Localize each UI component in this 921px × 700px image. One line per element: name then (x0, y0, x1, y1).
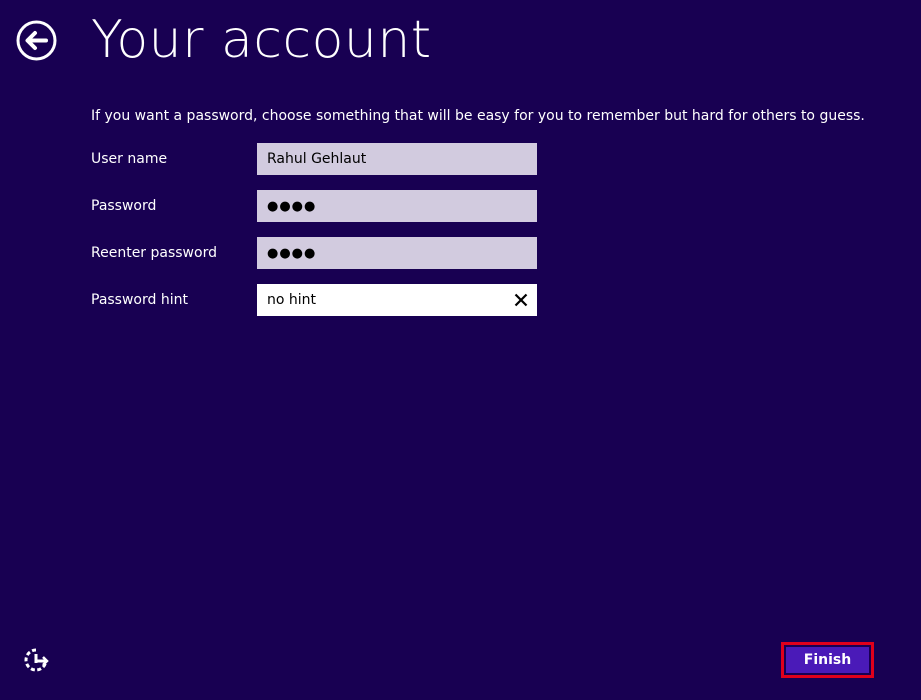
finish-button[interactable]: Finish (786, 647, 869, 673)
password-hint-label: Password hint (91, 292, 188, 308)
password-hint-field[interactable] (257, 284, 537, 316)
back-arrow-icon (16, 20, 57, 61)
close-icon (514, 293, 528, 307)
reenter-password-field[interactable] (257, 237, 537, 269)
clear-hint-button[interactable] (509, 288, 533, 312)
finish-button-highlight: Finish (781, 642, 874, 678)
password-row: Password (91, 190, 537, 222)
password-field[interactable] (257, 190, 537, 222)
username-label: User name (91, 151, 168, 167)
password-label: Password (91, 198, 157, 214)
ease-of-access-icon (24, 648, 49, 672)
reenter-password-row: Reenter password (91, 237, 537, 269)
ease-of-access-button[interactable] (22, 646, 50, 674)
password-hint-row: Password hint (91, 284, 537, 316)
reenter-password-label: Reenter password (91, 245, 217, 261)
username-field[interactable] (257, 143, 537, 175)
back-button[interactable] (16, 20, 57, 61)
instructions-text: If you want a password, choose something… (91, 108, 865, 124)
username-row: User name (91, 143, 537, 175)
page-title: Your account (91, 10, 432, 70)
